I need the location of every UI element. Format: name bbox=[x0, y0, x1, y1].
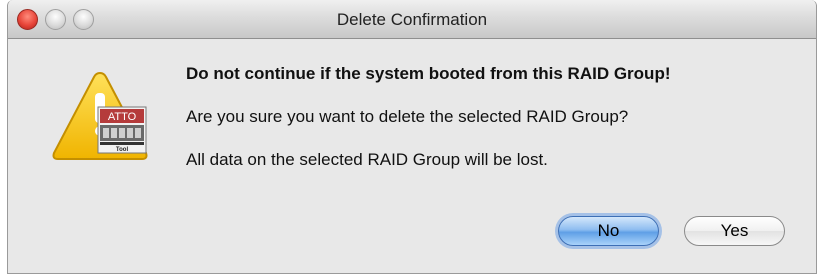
no-button[interactable]: No bbox=[558, 216, 659, 246]
window-title: Delete Confirmation bbox=[336, 10, 488, 29]
title-bar: Delete Confirmation bbox=[8, 0, 816, 39]
warning-message: Do not continue if the system booted fro… bbox=[186, 64, 671, 83]
question-message: Are you sure you want to delete the sele… bbox=[186, 107, 629, 126]
info-message: All data on the selected RAID Group will… bbox=[186, 150, 548, 169]
delete-confirmation-dialog: Delete Confirmation ATTO Tool Do not con… bbox=[7, 0, 817, 274]
dialog-content: ATTO Tool Do not continue if the system … bbox=[8, 39, 816, 273]
yes-button[interactable]: Yes bbox=[684, 216, 785, 246]
warning-triangle-icon: ATTO Tool bbox=[52, 71, 148, 160]
atto-logo-text: ATTO bbox=[108, 111, 137, 123]
atto-caption-text: Tool bbox=[116, 147, 129, 153]
atto-config-tool-icon: ATTO Tool bbox=[97, 106, 147, 154]
